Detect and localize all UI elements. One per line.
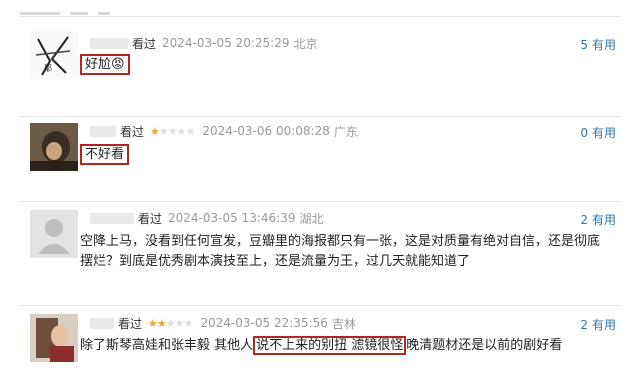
comment-item: 看过 ★★★★★ 2024-03-06 00:08:28 广东 0 有用 不好看: [20, 116, 620, 202]
useful-label: 有用: [591, 126, 616, 140]
star-icon: ★: [183, 316, 194, 330]
comment-time: 2024-03-06 00:08:28: [202, 124, 330, 138]
useful-vote[interactable]: 2 有用: [580, 316, 616, 333]
useful-vote[interactable]: 0 有用: [580, 124, 616, 141]
star-icon: ★: [167, 124, 178, 138]
useful-label: 有用: [591, 213, 616, 227]
star-icon: ★: [176, 124, 187, 138]
comment-text-part: 晚清题材还是以前的剧好看: [406, 338, 563, 353]
comment-item: 看过 2024-03-05 13:46:39 湖北 2 有用 空降上马，没看到任何…: [20, 201, 620, 306]
useful-count: 0: [580, 126, 588, 140]
comment-item: 耶 看过 2024-03-05 20:25:29 北京 5 有用 好尬😡: [20, 16, 620, 117]
highlight-box: 说不上来的别扭 滤镜很怪: [253, 336, 407, 355]
useful-label: 有用: [591, 318, 616, 332]
rating-stars: ★★★★★: [150, 124, 196, 138]
watched-label: 看过: [138, 211, 163, 226]
comment-location: 北京: [293, 36, 318, 51]
comment-text: 不好看: [80, 144, 600, 165]
useful-count: 5: [580, 38, 588, 52]
avatar-image: [30, 314, 78, 362]
watched-label: 看过: [132, 36, 157, 51]
comment-meta: 看过 2024-03-05 20:25:29 北京: [90, 35, 317, 51]
username[interactable]: [90, 37, 128, 49]
highlight-box: 好尬😡: [80, 54, 130, 75]
useful-label: 有用: [591, 38, 616, 52]
star-icon: ★: [185, 124, 196, 138]
comment-location: 吉林: [331, 316, 356, 331]
username[interactable]: [90, 125, 116, 137]
watched-label: 看过: [120, 124, 145, 139]
comment-item: 看过 ★★★★★ 2024-03-05 22:35:56 吉林 2 有用 除了斯琴…: [20, 305, 620, 387]
star-icon: ★: [158, 124, 169, 138]
username[interactable]: [90, 212, 134, 224]
username[interactable]: [90, 317, 114, 329]
comment-time: 2024-03-05 20:25:29: [162, 36, 290, 50]
comment-time: 2024-03-05 22:35:56: [200, 316, 328, 330]
comment-text: 好尬😡: [80, 54, 600, 75]
useful-vote[interactable]: 5 有用: [580, 36, 616, 53]
comment-location: 广东: [333, 124, 358, 139]
comment-meta: 看过 2024-03-05 13:46:39 湖北: [90, 210, 323, 226]
avatar[interactable]: 耶: [30, 31, 78, 79]
comment-text: 除了斯琴高娃和张丰毅 其他人 说不上来的别扭 滤镜很怪 晚清题材还是以前的剧好看: [80, 336, 600, 356]
top-fragment: [20, 0, 140, 15]
avatar[interactable]: [30, 314, 78, 362]
comment-meta: 看过 ★★★★★ 2024-03-05 22:35:56 吉林: [90, 315, 356, 331]
avatar[interactable]: [30, 123, 78, 171]
avatar-image: 耶: [30, 31, 78, 79]
watched-label: 看过: [118, 316, 143, 331]
useful-count: 2: [580, 213, 588, 227]
star-icon: ★: [148, 316, 158, 330]
default-avatar-icon: [30, 210, 78, 258]
star-icon: ★: [150, 124, 160, 138]
star-icon: ★: [156, 316, 167, 330]
highlight-box: 不好看: [80, 144, 130, 165]
comment-text: 空降上马，没看到任何宣发，豆瓣里的海报都只有一张，这是对质量有绝对自信，还是彻底…: [80, 234, 601, 269]
useful-vote[interactable]: 2 有用: [580, 211, 616, 228]
avatar[interactable]: [30, 210, 78, 258]
comment-location: 湖北: [299, 211, 324, 226]
avatar-image: [30, 123, 78, 171]
rating-stars: ★★★★★: [148, 316, 194, 330]
star-icon: ★: [174, 316, 185, 330]
comment-time: 2024-03-05 13:46:39: [168, 211, 296, 225]
star-icon: ★: [165, 316, 176, 330]
useful-count: 2: [580, 318, 588, 332]
comment-text-part: 除了斯琴高娃和张丰毅 其他人: [80, 338, 254, 353]
svg-text:耶: 耶: [44, 64, 52, 73]
comment-meta: 看过 ★★★★★ 2024-03-06 00:08:28 广东: [90, 123, 358, 139]
